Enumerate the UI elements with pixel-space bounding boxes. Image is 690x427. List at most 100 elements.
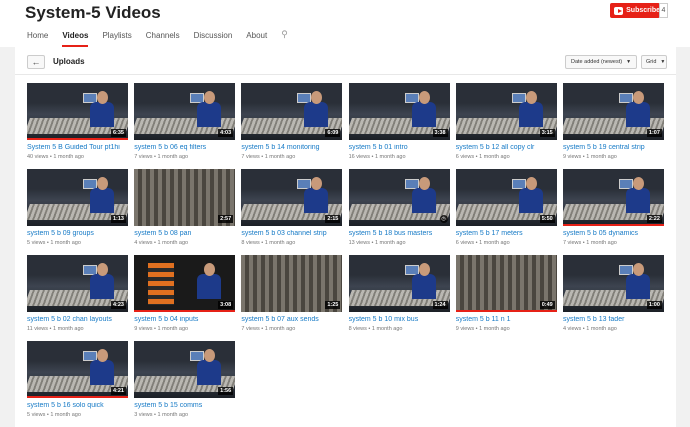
upload-age: 1 month ago [264, 326, 296, 332]
sort-dropdown[interactable]: Date added (newest) ▼ [565, 55, 637, 69]
video-title[interactable]: system 5 b 09 groups [27, 230, 128, 238]
video-title[interactable]: system 5 b 01 intro [349, 144, 450, 152]
video-duration: 3:38 [432, 129, 448, 137]
video-card[interactable]: 1:25 system 5 b 07 aux sends 7 views • 1 m… [241, 255, 343, 341]
video-title[interactable]: system 5 b 06 eq filters [134, 144, 235, 152]
video-thumbnail[interactable]: 0:49 [455, 255, 557, 312]
video-thumbnail[interactable]: 1:24 [348, 255, 450, 312]
tab-videos[interactable]: Videos [62, 27, 89, 47]
back-arrow-icon[interactable]: ← [27, 55, 45, 69]
upload-age: 1 month ago [157, 326, 189, 332]
video-card[interactable]: 3:15 system 5 b 12 all copy clr 6 views • … [455, 83, 557, 169]
view-count: 9 views [562, 154, 582, 160]
sort-label: Date added (newest) [571, 59, 623, 65]
view-count: 8 views [241, 240, 260, 246]
video-title[interactable]: system 5 b 15 comms [134, 402, 235, 410]
video-title[interactable]: system 5 b 11 n 1 [456, 316, 557, 324]
tab-playlists[interactable]: Playlists [102, 27, 131, 47]
view-count: 5 views [27, 240, 46, 246]
video-duration: 2:57 [218, 215, 234, 223]
video-card[interactable]: 2:57 system 5 b 08 pan 4 views • 1 month a… [134, 169, 236, 255]
view-count: 8 views [348, 326, 367, 332]
video-card[interactable]: 2:15 system 5 b 03 channel strip 8 views •… [241, 169, 343, 255]
subscribe-label: Subscribe [626, 7, 660, 14]
video-thumbnail[interactable]: 5:50 [455, 169, 557, 226]
view-dropdown[interactable]: Grid ▼ [641, 55, 667, 69]
video-thumbnail[interactable]: 3:38 [348, 83, 450, 140]
video-card[interactable]: 0:49 system 5 b 11 n 1 9 views • 1 month a… [455, 255, 557, 341]
uploads-panel: ← Uploads Date added (newest) ▼ Grid ▼ 6… [15, 47, 676, 427]
video-title[interactable]: system 5 b 14 monitoring [241, 144, 342, 152]
video-thumbnail[interactable]: 3:08 [134, 255, 236, 312]
video-title[interactable]: system 5 b 08 pan [134, 230, 235, 238]
view-label: Grid [646, 59, 657, 65]
video-card[interactable]: 5:50 system 5 b 17 meters 6 views • 1 mont… [455, 169, 557, 255]
video-title[interactable]: system 5 b 18 bus masters [349, 230, 450, 238]
video-card[interactable]: 4:21 system 5 b 16 solo quick 5 views • 1 … [27, 341, 128, 427]
video-title[interactable]: system 5 b 07 aux sends [241, 316, 342, 324]
video-card[interactable]: ◷ system 5 b 18 bus masters 13 views • 1 m… [348, 169, 450, 255]
tab-home[interactable]: Home [27, 27, 48, 47]
video-thumbnail[interactable]: 1:13 [27, 169, 128, 226]
video-thumbnail[interactable]: 4:03 [134, 83, 236, 140]
video-thumbnail[interactable]: 1:25 [241, 255, 343, 312]
video-thumbnail[interactable]: 1:00 [562, 255, 664, 312]
video-card[interactable]: 1:07 system 5 b 19 central strip 9 views •… [562, 83, 664, 169]
video-thumbnail[interactable]: 2:22 [562, 169, 664, 226]
video-card[interactable]: 6:09 system 5 b 14 monitoring 7 views • 1 … [241, 83, 343, 169]
video-duration: 5:50 [539, 215, 555, 223]
video-card[interactable]: 1:13 system 5 b 09 groups 5 views • 1 mont… [27, 169, 128, 255]
video-thumbnail[interactable]: ◷ [348, 169, 450, 226]
upload-age: 1 month ago [50, 240, 81, 246]
video-thumbnail[interactable]: 2:57 [134, 169, 236, 226]
video-thumbnail[interactable]: 6:35 [27, 83, 128, 140]
tab-discussion[interactable]: Discussion [194, 27, 233, 47]
video-title[interactable]: system 5 b 19 central strip [563, 144, 664, 152]
upload-age: 1 month ago [586, 326, 617, 332]
upload-age: 1 month ago [157, 412, 189, 418]
clock-icon[interactable]: ◷ [439, 215, 448, 223]
video-title[interactable]: system 5 b 10 mix bus [349, 316, 450, 324]
video-duration: 4:21 [110, 387, 126, 395]
video-title[interactable]: system 5 b 04 inputs [134, 316, 235, 324]
video-card[interactable]: 1:24 system 5 b 10 mix bus 8 views • 1 mon… [348, 255, 450, 341]
upload-age: 1 month ago [52, 326, 84, 332]
video-meta: 4 views • 1 month ago [134, 240, 235, 247]
video-thumbnail[interactable]: 4:21 [27, 341, 128, 398]
subscribe-button[interactable]: Subscribe [610, 3, 660, 18]
video-card[interactable]: 3:38 system 5 b 01 intro 16 views • 1 mont… [348, 83, 450, 169]
video-thumbnail[interactable]: 1:56 [134, 341, 236, 398]
video-card[interactable]: 2:22 system 5 b 05 dynamics 7 views • 1 mo… [562, 169, 664, 255]
video-card[interactable]: 4:03 system 5 b 06 eq filters 7 views • 1 … [134, 83, 236, 169]
video-thumbnail[interactable]: 1:07 [562, 83, 664, 140]
channel-title[interactable]: System-5 Videos [25, 3, 161, 23]
video-title[interactable]: system 5 b 02 chan layouts [27, 316, 128, 324]
view-count: 5 views [27, 412, 46, 418]
tab-about[interactable]: About [246, 27, 267, 47]
view-count: 7 views [134, 154, 153, 160]
video-thumbnail[interactable]: 2:15 [241, 169, 343, 226]
video-title[interactable]: system 5 b 17 meters [456, 230, 557, 238]
video-thumbnail[interactable]: 3:15 [455, 83, 557, 140]
video-title[interactable]: System 5 B Guided Tour pt1hi [27, 144, 128, 152]
video-title[interactable]: system 5 b 12 all copy clr [456, 144, 557, 152]
video-meta: 7 views • 1 month ago [241, 326, 342, 333]
video-title[interactable]: system 5 b 16 solo quick [27, 402, 128, 410]
video-title[interactable]: system 5 b 03 channel strip [241, 230, 342, 238]
video-thumbnail[interactable]: 6:09 [241, 83, 343, 140]
video-card[interactable]: 1:00 system 5 b 13 fader 4 views • 1 month… [562, 255, 664, 341]
tab-channels[interactable]: Channels [146, 27, 180, 47]
video-thumbnail[interactable]: 4:23 [27, 255, 128, 312]
video-card[interactable]: 6:35 System 5 B Guided Tour pt1hi 40 views… [27, 83, 128, 169]
video-title[interactable]: system 5 b 05 dynamics [563, 230, 664, 238]
search-icon[interactable]: ⚲ [281, 27, 288, 47]
video-card[interactable]: 1:56 system 5 b 15 comms 3 views • 1 month… [134, 341, 236, 427]
video-grid: 6:35 System 5 B Guided Tour pt1hi 40 views… [27, 83, 667, 427]
view-count: 3 views [134, 412, 153, 418]
view-count: 6 views [455, 154, 475, 160]
upload-age: 1 month ago [264, 154, 296, 160]
video-card[interactable]: 4:23 system 5 b 02 chan layouts 11 views •… [27, 255, 128, 341]
video-card[interactable]: 3:08 system 5 b 04 inputs 9 views • 1 mont… [134, 255, 236, 341]
view-count: 16 views [348, 154, 370, 160]
video-title[interactable]: system 5 b 13 fader [563, 316, 664, 324]
